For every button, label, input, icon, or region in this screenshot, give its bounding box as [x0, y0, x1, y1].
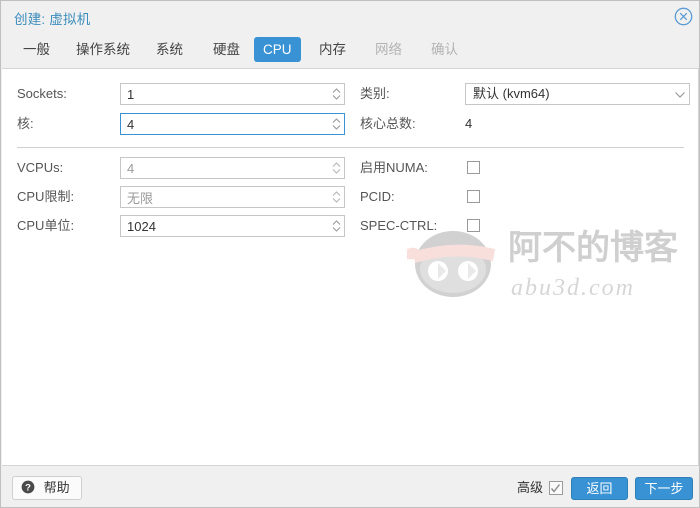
question-circle-icon: ? [21, 479, 35, 501]
cpu-units-label: CPU单位: [17, 218, 75, 233]
tab-os[interactable]: 操作系统 [67, 37, 139, 62]
next-button[interactable]: 下一步 [635, 477, 693, 500]
vcpus-label: VCPUs: [17, 160, 64, 175]
cores-label: 核: [17, 116, 34, 131]
cpu-type-label: 类别: [360, 86, 390, 101]
enable-numa-checkbox[interactable] [467, 161, 480, 174]
chevron-down-icon[interactable] [673, 84, 687, 104]
pcid-checkbox[interactable] [467, 190, 480, 203]
field-cores: 核: [17, 113, 347, 135]
help-button[interactable]: ? 帮助 [12, 476, 82, 500]
svg-text:?: ? [25, 483, 31, 494]
dialog-footer: ? 帮助 高级 返回 下一步 [1, 466, 699, 507]
cpu-type-combo[interactable]: 默认 (kvm64) [465, 83, 690, 105]
wizard-tabbar: 一般 操作系统 系统 硬盘 CPU 内存 网络 确认 [1, 32, 699, 68]
cpu-limit-label: CPU限制: [17, 189, 75, 204]
tab-confirm: 确认 [431, 42, 458, 57]
help-button-label: 帮助 [43, 480, 70, 495]
spec-ctrl-label: SPEC-CTRL: [360, 218, 438, 233]
form-divider [17, 147, 684, 148]
tab-system[interactable]: 系统 [147, 37, 192, 62]
dialog-titlebar: 创建: 虚拟机 [1, 1, 699, 32]
field-enable-numa: 启用NUMA: [360, 157, 690, 179]
tab-general[interactable]: 一般 [14, 37, 59, 62]
total-cores-label: 核心总数: [360, 116, 416, 131]
field-cpu-limit: CPU限制: [17, 186, 347, 208]
spec-ctrl-checkbox[interactable] [467, 219, 480, 232]
sockets-label: Sockets: [17, 86, 67, 101]
vcpus-spinner[interactable] [330, 158, 343, 178]
tab-memory[interactable]: 内存 [310, 37, 355, 62]
cpu-units-spinner[interactable] [330, 216, 343, 236]
tab-cpu[interactable]: CPU [254, 37, 301, 62]
create-vm-dialog: 创建: 虚拟机 一般 操作系统 系统 硬盘 CPU 内存 网络 确认 Socke… [0, 0, 700, 508]
field-pcid: PCID: [360, 186, 690, 208]
field-cpu-units: CPU单位: [17, 215, 347, 237]
back-button[interactable]: 返回 [571, 477, 628, 500]
field-spec-ctrl: SPEC-CTRL: [360, 215, 690, 237]
close-icon[interactable] [674, 7, 693, 26]
cpu-units-input[interactable] [120, 215, 345, 237]
cpu-limit-input[interactable] [120, 186, 345, 208]
total-cores-value: 4 [465, 116, 473, 131]
field-total-cores: 核心总数: 4 [360, 113, 690, 135]
field-cpu-type: 类别: 默认 (kvm64) [360, 83, 690, 105]
tab-network: 网络 [375, 42, 402, 57]
cpu-form: Sockets: 核: [2, 69, 698, 465]
sockets-spinner[interactable] [330, 84, 343, 104]
advanced-label: 高级 [516, 480, 543, 495]
enable-numa-label: 启用NUMA: [360, 160, 428, 175]
dialog-title: 创建: 虚拟机 [14, 12, 91, 27]
vcpus-input[interactable] [120, 157, 345, 179]
pcid-label: PCID: [360, 189, 395, 204]
cores-input[interactable] [120, 113, 345, 135]
cpu-settings-panel: Sockets: 核: [2, 68, 699, 466]
sockets-input[interactable] [120, 83, 345, 105]
advanced-checkbox[interactable] [549, 481, 563, 495]
tab-disk[interactable]: 硬盘 [204, 37, 249, 62]
field-sockets: Sockets: [17, 83, 347, 105]
field-vcpus: VCPUs: [17, 157, 347, 179]
cpu-limit-spinner[interactable] [330, 187, 343, 207]
cores-spinner[interactable] [330, 114, 343, 134]
